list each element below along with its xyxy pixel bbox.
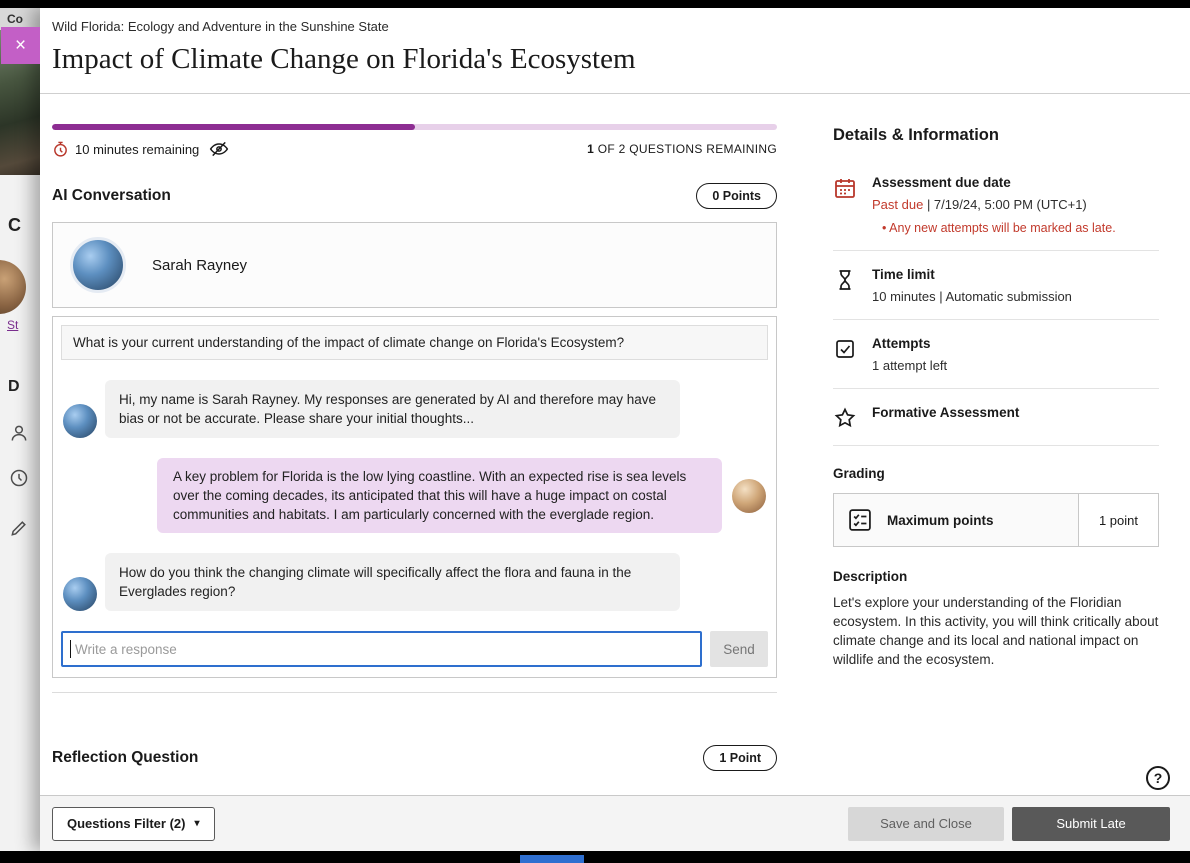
details-sidebar: Details & Information Assessment due dat… — [833, 126, 1159, 669]
questions-filter-button[interactable]: Questions Filter (2) ▾ — [52, 807, 215, 841]
save-and-close-button[interactable]: Save and Close — [848, 807, 1004, 841]
due-date-item: Assessment due date Past due | 7/19/24, … — [833, 159, 1159, 251]
pencil-icon — [9, 518, 29, 538]
eye-slash-icon — [209, 139, 229, 159]
user-avatar — [732, 479, 766, 513]
time-limit-value: 10 minutes | Automatic submission — [872, 289, 1072, 304]
submit-late-button[interactable]: Submit Late — [1012, 807, 1170, 841]
conversation-card: What is your current understanding of th… — [52, 316, 777, 678]
maximum-points-label: Maximum points — [887, 513, 994, 528]
questions-filter-label: Questions Filter (2) — [67, 816, 185, 831]
chevron-down-icon: ▾ — [194, 818, 199, 829]
reflection-question-title: Reflection Question — [52, 749, 198, 767]
response-input-row: Send — [61, 631, 768, 667]
late-warning: Any new attempts will be marked as late. — [872, 221, 1116, 235]
grading-left-cell: Maximum points — [834, 494, 1078, 546]
chat-message-ai-2: How do you think the changing climate wi… — [61, 553, 768, 611]
attempts-label: Attempts — [872, 336, 947, 351]
persona-card: Sarah Rayney — [52, 222, 777, 308]
send-button[interactable]: Send — [710, 631, 768, 667]
underlying-heading-fragment-2: D — [8, 378, 20, 396]
ai-avatar — [63, 577, 97, 611]
ai-avatar — [63, 404, 97, 438]
time-limit-item: Time limit 10 minutes | Automatic submis… — [833, 251, 1159, 320]
timer-status-row: 10 minutes remaining 1 OF 2 QUESTIONS RE… — [52, 139, 777, 159]
ai-conversation-title: AI Conversation — [52, 187, 171, 205]
questions-remaining: 1 OF 2 QUESTIONS REMAINING — [587, 142, 777, 156]
footer-actions: Save and Close Submit Late — [848, 807, 1170, 841]
time-limit-content: Time limit 10 minutes | Automatic submis… — [872, 267, 1072, 304]
hide-timer-toggle[interactable] — [209, 139, 229, 159]
reflection-points-badge: 1 Point — [703, 745, 777, 771]
past-due-status: Past due — [872, 197, 923, 212]
hourglass-icon — [833, 268, 857, 292]
response-input[interactable] — [61, 631, 702, 667]
ai-message-bubble: Hi, my name is Sarah Rayney. My response… — [105, 380, 680, 438]
panel-footer: Questions Filter (2) ▾ Save and Close Su… — [40, 795, 1190, 851]
close-panel-button[interactable]: × — [1, 27, 40, 64]
person-icon — [9, 423, 29, 443]
details-heading: Details & Information — [833, 126, 1159, 145]
grading-heading: Grading — [833, 466, 1159, 481]
response-input-wrap — [61, 631, 702, 667]
screen: Co C St D × Wild Florida: Ecology and Ad… — [0, 0, 1190, 863]
page-title: Impact of Climate Change on Florida's Ec… — [52, 43, 636, 76]
time-progress-bar — [52, 124, 777, 130]
reflection-question-header-row: Reflection Question 1 Point — [52, 745, 777, 771]
ai-message-bubble: How do you think the changing climate wi… — [105, 553, 680, 611]
checkbox-icon — [833, 337, 857, 361]
underlying-heading-fragment: C — [8, 215, 21, 236]
attempts-value: 1 attempt left — [872, 358, 947, 373]
underlying-link-fragment: St — [7, 318, 18, 332]
section-divider — [52, 692, 777, 693]
ai-conversation-header-row: AI Conversation 0 Points — [52, 183, 777, 209]
description-heading: Description — [833, 569, 1159, 584]
time-limit-label: Time limit — [872, 267, 1072, 282]
underlying-avatar — [0, 260, 26, 314]
attempts-content: Attempts 1 attempt left — [872, 336, 947, 373]
attempts-item: Attempts 1 attempt left — [833, 320, 1159, 389]
header-divider — [40, 93, 1190, 94]
due-date-text: | 7/19/24, 5:00 PM (UTC+1) — [923, 197, 1086, 212]
underlying-page-sliver: Co C St D — [0, 8, 40, 851]
calendar-icon — [833, 176, 857, 200]
panel-header: Wild Florida: Ecology and Adventure in t… — [52, 19, 636, 76]
assessment-panel: Wild Florida: Ecology and Adventure in t… — [40, 8, 1190, 851]
text-cursor — [70, 640, 71, 658]
rubric-checklist-icon — [846, 506, 874, 534]
ai-conversation-points-badge: 0 Points — [696, 183, 777, 209]
maximum-points-value: 1 point — [1078, 494, 1158, 546]
details-list: Assessment due date Past due | 7/19/24, … — [833, 159, 1159, 446]
course-title: Wild Florida: Ecology and Adventure in t… — [52, 19, 636, 34]
questions-remaining-label: OF 2 QUESTIONS REMAINING — [594, 142, 777, 156]
close-icon: × — [15, 35, 26, 57]
formative-label: Formative Assessment — [872, 405, 1019, 420]
assessment-main: 10 minutes remaining 1 OF 2 QUESTIONS RE… — [52, 124, 777, 771]
due-date-value: Past due | 7/19/24, 5:00 PM (UTC+1) — [872, 197, 1116, 212]
chat-message-ai: Hi, my name is Sarah Rayney. My response… — [61, 380, 768, 438]
persona-name: Sarah Rayney — [152, 257, 247, 274]
user-message-bubble: A key problem for Florida is the low lyi… — [157, 458, 722, 533]
star-icon — [833, 406, 857, 430]
persona-avatar — [70, 237, 126, 293]
progress-fill — [52, 124, 415, 130]
chat-message-user: A key problem for Florida is the low lyi… — [61, 458, 768, 533]
grading-box: Maximum points 1 point — [833, 493, 1159, 547]
time-remaining-text: 10 minutes remaining — [75, 142, 199, 157]
help-icon: ? — [1154, 770, 1163, 786]
clock-icon — [9, 468, 29, 488]
due-date-label: Assessment due date — [872, 175, 1116, 190]
formative-item: Formative Assessment — [833, 389, 1159, 446]
underlying-bottom-bar-fragment — [520, 855, 584, 863]
formative-content: Formative Assessment — [872, 405, 1019, 430]
due-date-content: Assessment due date Past due | 7/19/24, … — [872, 175, 1116, 235]
conversation-prompt: What is your current understanding of th… — [61, 325, 768, 360]
description-text: Let's explore your understanding of the … — [833, 593, 1159, 669]
help-button[interactable]: ? — [1146, 766, 1170, 790]
timer-icon — [52, 141, 69, 158]
